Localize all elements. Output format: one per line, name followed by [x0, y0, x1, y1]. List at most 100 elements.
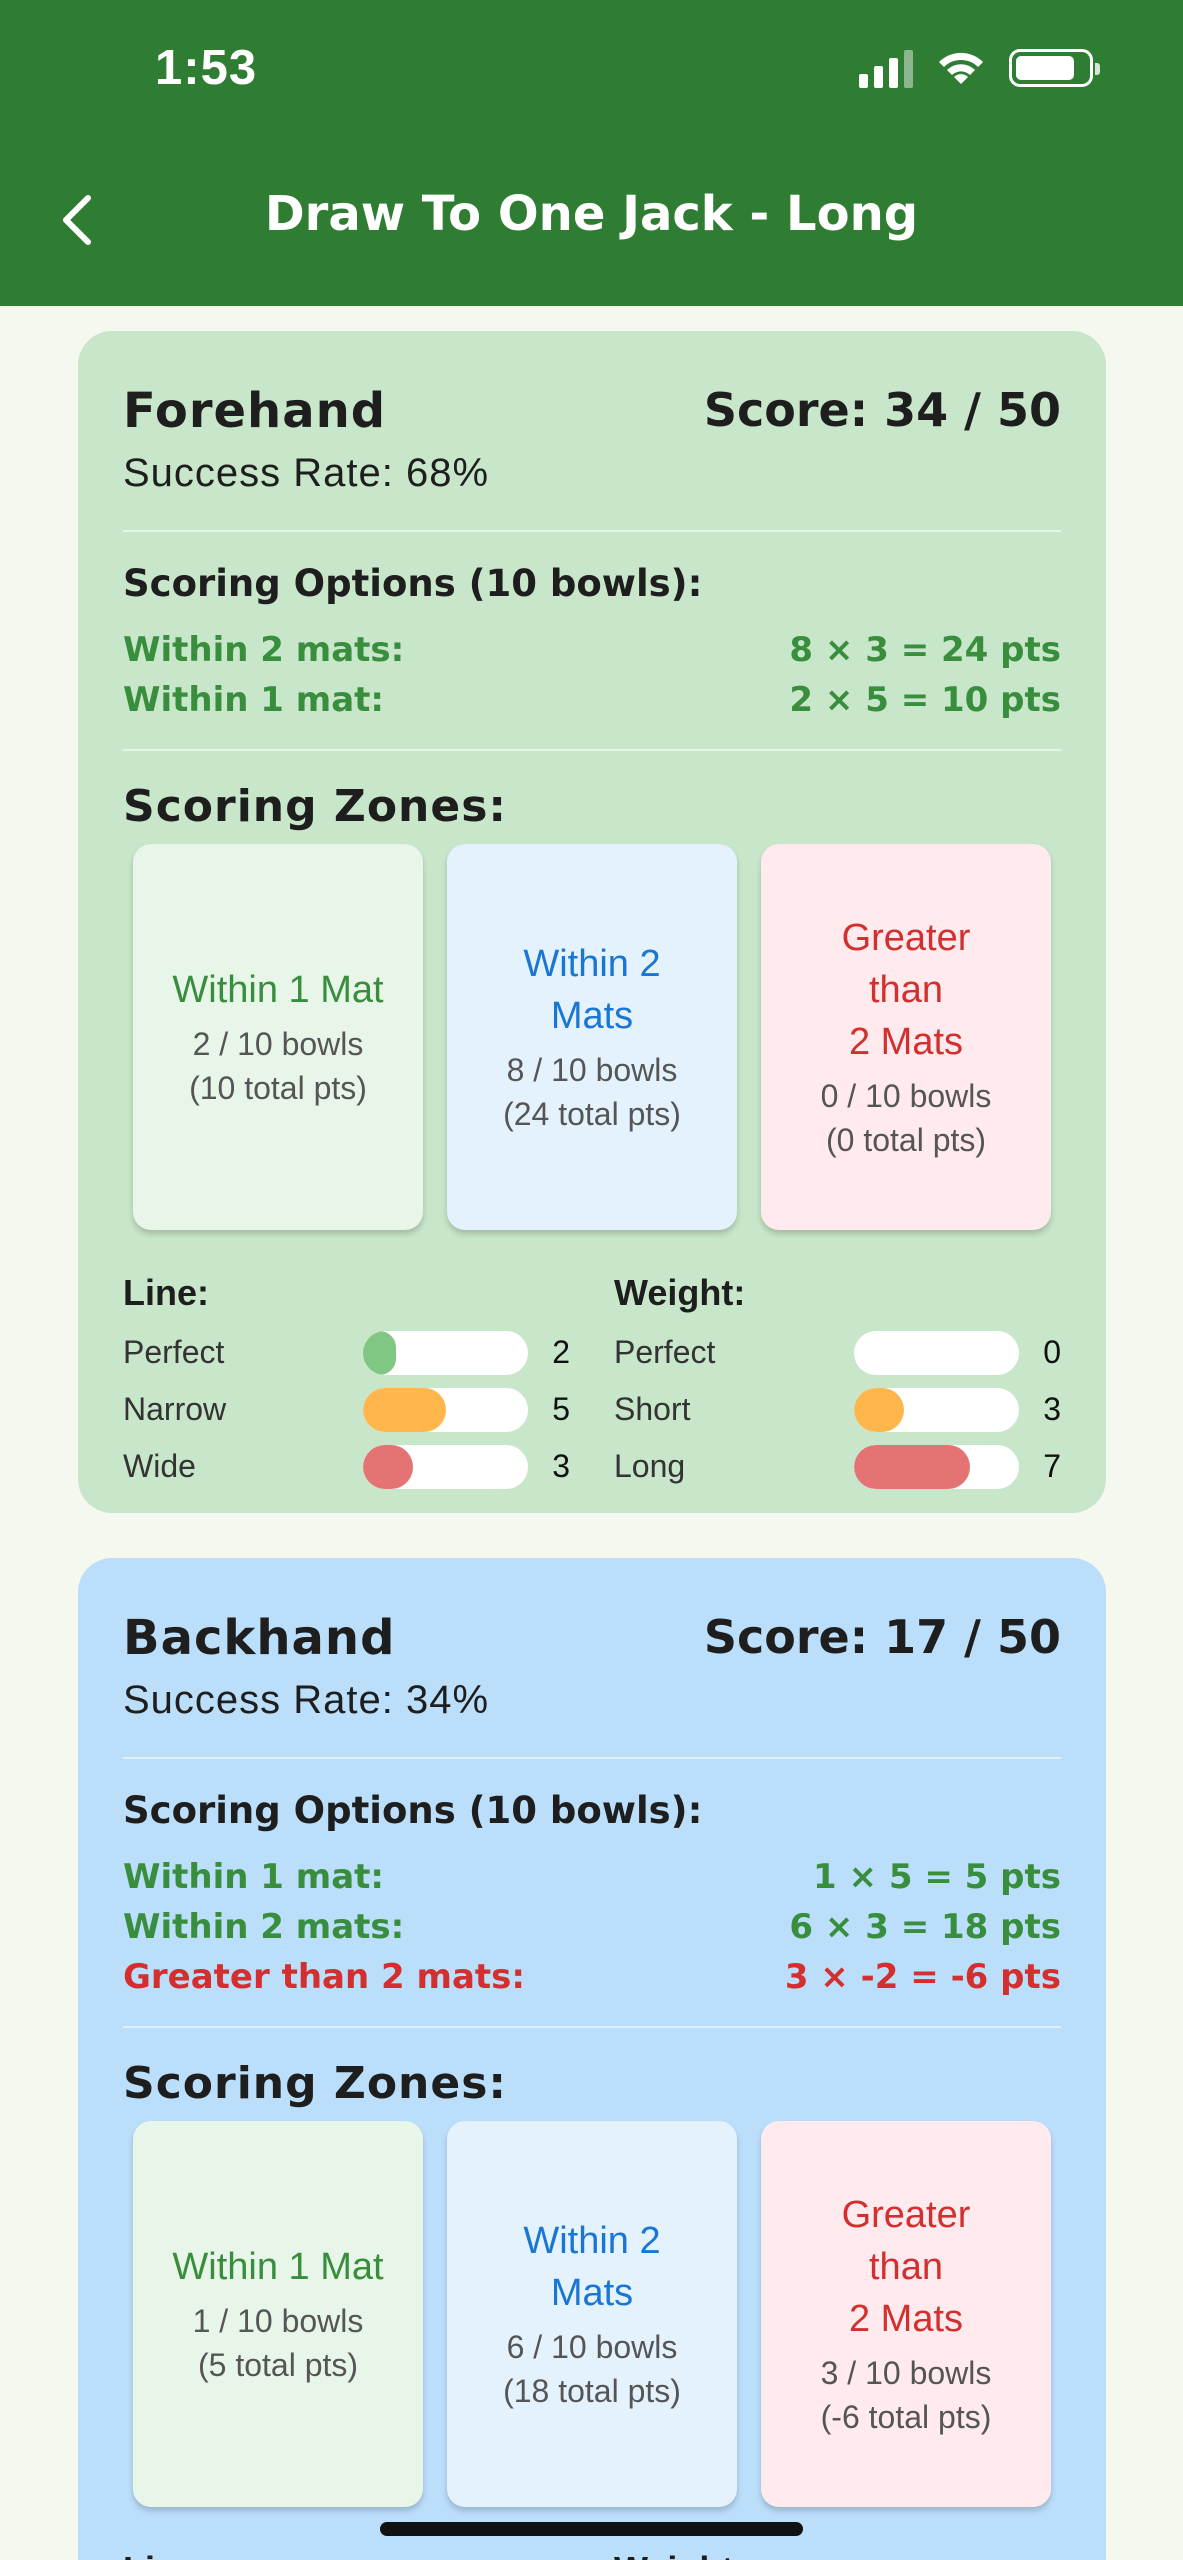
divider	[123, 749, 1061, 751]
divider	[123, 530, 1061, 532]
zone-bowls: 8 / 10 bowls	[506, 1052, 678, 1088]
zone-points: (0 total pts)	[825, 1122, 987, 1158]
zone-name: Greater than 2 Mats	[841, 2194, 971, 2340]
stat-label: Wide	[123, 1448, 196, 1484]
option-label: Within 2 mats:	[123, 1907, 405, 1947]
stat-row-weight-perfect: Perfect 0	[614, 1324, 1061, 1381]
stat-label: Narrow	[123, 1391, 227, 1427]
stat-row-weight-long: Long 7	[614, 1438, 1061, 1495]
stat-count: 3	[552, 1448, 570, 1484]
success-rate: Success Rate: 34%	[123, 1678, 490, 1722]
option-label: Within 1 mat:	[123, 1857, 385, 1897]
stat-bar	[854, 1444, 1019, 1489]
line-stats: Line: Perfect 2 Narrow 5 Wide 3	[123, 1272, 570, 1495]
stat-count: 7	[1043, 1448, 1061, 1484]
zone-bowls: 0 / 10 bowls	[820, 1078, 992, 1114]
app-header: 1:53 Draw To One Jack - Long	[0, 0, 1183, 306]
line-stats-title: Line:	[123, 1272, 209, 1313]
zone-name: Within 2 Mats	[523, 943, 661, 1037]
option-label: Within 1 mat:	[123, 680, 385, 720]
backhand-card: Backhand Score: 17 / 50 Success Rate: 34…	[78, 1558, 1106, 2560]
zone-within-2-mats: Within 2 Mats 8 / 10 bowls (24 total pts…	[447, 844, 737, 1230]
scoring-option-row: Within 1 mat: 1 × 5 = 5 pts	[123, 1852, 1061, 1902]
shot-stats: Line: Weight:	[123, 2549, 1061, 2560]
option-value: 3 × -2 = -6 pts	[784, 1957, 1061, 1997]
page-title: Draw To One Jack - Long	[264, 186, 919, 242]
stat-bar-fill	[854, 1444, 970, 1489]
stat-row-line-perfect: Perfect 2	[123, 1324, 570, 1381]
wifi-icon	[939, 52, 983, 84]
stat-bar-fill	[363, 1330, 396, 1375]
stat-row-line-wide: Wide 3	[123, 1438, 570, 1495]
zone-bowls: 2 / 10 bowls	[192, 1026, 364, 1062]
weight-stats: Weight: Perfect 0 Short 3 Long 7	[614, 1272, 1061, 1495]
option-label: Within 2 mats:	[123, 630, 405, 670]
zone-name: Greater than 2 Mats	[841, 917, 971, 1063]
stat-row-weight-short: Short 3	[614, 1381, 1061, 1438]
stat-label: Long	[614, 1448, 686, 1484]
score-text: Score: 17 / 50	[703, 1610, 1061, 1664]
scoring-option-row: Greater than 2 mats: 3 × -2 = -6 pts	[123, 1952, 1061, 2002]
zone-points: (5 total pts)	[197, 2347, 359, 2383]
divider	[123, 1757, 1061, 1759]
zone-within-2-mats: Within 2 Mats 6 / 10 bowls (18 total pts…	[447, 2121, 737, 2507]
stat-label: Perfect	[123, 1334, 225, 1370]
scoring-zones-title: Scoring Zones:	[123, 781, 508, 832]
scoring-zones: Within 1 Mat 1 / 10 bowls (5 total pts) …	[123, 2121, 1061, 2507]
score-text: Score: 34 / 50	[703, 383, 1061, 437]
divider	[123, 2026, 1061, 2028]
zone-name: Within 2 Mats	[523, 2220, 661, 2314]
stat-bar	[363, 1330, 528, 1375]
zone-within-1-mat: Within 1 Mat 1 / 10 bowls (5 total pts)	[133, 2121, 423, 2507]
stat-label: Short	[614, 1391, 691, 1427]
scoring-options-title: Scoring Options (10 bowls):	[123, 1789, 703, 1832]
stat-bar-fill	[363, 1444, 413, 1489]
forehand-card: Forehand Score: 34 / 50 Success Rate: 68…	[78, 331, 1106, 1513]
option-value: 8 × 3 = 24 pts	[789, 630, 1061, 670]
scoring-option-row: Within 2 mats: 8 × 3 = 24 pts	[123, 625, 1061, 675]
zone-points: (10 total pts)	[189, 1070, 367, 1106]
option-value: 1 × 5 = 5 pts	[813, 1857, 1061, 1897]
scoring-option-row: Within 1 mat: 2 × 5 = 10 pts	[123, 675, 1061, 725]
stat-count: 2	[552, 1334, 570, 1370]
zone-bowls: 6 / 10 bowls	[506, 2329, 678, 2365]
zone-bowls: 3 / 10 bowls	[820, 2355, 992, 2391]
zone-within-1-mat: Within 1 Mat 2 / 10 bowls (10 total pts)	[133, 844, 423, 1230]
home-indicator[interactable]	[380, 2522, 803, 2536]
zone-points: (24 total pts)	[503, 1096, 681, 1132]
zone-points: (-6 total pts)	[820, 2399, 992, 2435]
stat-bar	[363, 1387, 528, 1432]
line-stats-title: Line:	[123, 2549, 570, 2560]
zone-points: (18 total pts)	[503, 2373, 681, 2409]
stat-count: 0	[1043, 1334, 1061, 1370]
stat-label: Perfect	[614, 1334, 716, 1370]
scoring-zones-title: Scoring Zones:	[123, 2058, 508, 2109]
scoring-option-row: Within 2 mats: 6 × 3 = 18 pts	[123, 1902, 1061, 1952]
stat-bar-fill	[363, 1387, 446, 1432]
shot-stats: Line: Perfect 2 Narrow 5 Wide 3 Weight: …	[123, 1272, 1061, 1495]
status-time: 1:53	[155, 41, 258, 95]
battery-icon	[1009, 49, 1100, 87]
zone-greater-than-2-mats: Greater than 2 Mats 0 / 10 bowls (0 tota…	[761, 844, 1051, 1230]
stat-bar-fill	[854, 1387, 904, 1432]
option-value: 6 × 3 = 18 pts	[789, 1907, 1061, 1947]
stat-bar	[854, 1387, 1019, 1432]
weight-stats: Weight:	[614, 2549, 1061, 2560]
scoring-zones: Within 1 Mat 2 / 10 bowls (10 total pts)…	[123, 844, 1061, 1230]
stat-count: 3	[1043, 1391, 1061, 1427]
cellular-signal-icon	[859, 48, 913, 88]
weight-stats-title: Weight:	[614, 2549, 1061, 2560]
line-stats: Line:	[123, 2549, 570, 2560]
zone-name: Within 1 Mat	[172, 969, 384, 1011]
stat-bar	[363, 1444, 528, 1489]
stat-count: 5	[552, 1391, 570, 1427]
zone-greater-than-2-mats: Greater than 2 Mats 3 / 10 bowls (-6 tot…	[761, 2121, 1051, 2507]
weight-stats-title: Weight:	[614, 1272, 746, 1313]
zone-bowls: 1 / 10 bowls	[192, 2303, 364, 2339]
stat-bar	[854, 1330, 1019, 1375]
card-title: Backhand	[123, 1610, 396, 1666]
success-rate: Success Rate: 68%	[123, 451, 490, 495]
status-icons	[859, 48, 1100, 88]
option-value: 2 × 5 = 10 pts	[789, 680, 1061, 720]
card-title: Forehand	[123, 383, 387, 439]
